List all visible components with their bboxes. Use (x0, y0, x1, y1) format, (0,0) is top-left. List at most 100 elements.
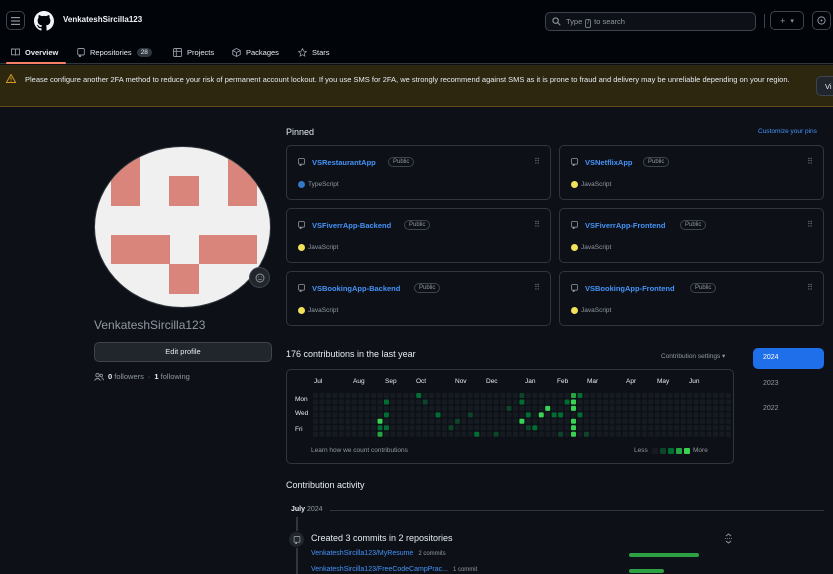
contribution-day[interactable] (667, 425, 673, 431)
pinned-repo-card[interactable]: VSBookingApp-Backend Public ⠿ JavaScript (286, 271, 551, 326)
contribution-day[interactable] (725, 418, 731, 424)
contribution-day[interactable] (454, 412, 460, 418)
contribution-day[interactable] (313, 412, 318, 418)
contribution-day[interactable] (674, 393, 680, 398)
contribution-day[interactable] (532, 393, 538, 398)
tab-stars[interactable]: Stars (298, 40, 330, 64)
contribution-day[interactable] (429, 418, 435, 424)
contribution-day[interactable] (338, 418, 344, 424)
contribution-day[interactable] (532, 425, 538, 431)
contribution-day[interactable] (390, 405, 396, 411)
contribution-day[interactable] (371, 399, 377, 405)
contribution-day[interactable] (558, 418, 564, 424)
contribution-day[interactable] (442, 431, 447, 437)
contribution-day[interactable] (583, 418, 589, 424)
contribution-day[interactable] (725, 399, 731, 405)
contribution-day[interactable] (545, 393, 551, 398)
contribution-day[interactable] (719, 425, 725, 431)
contribution-day[interactable] (609, 431, 615, 437)
contribution-day[interactable] (719, 399, 725, 405)
contribution-day[interactable] (345, 425, 351, 431)
contribution-day[interactable] (461, 412, 467, 418)
contribution-day[interactable] (603, 399, 609, 405)
contribution-day[interactable] (700, 425, 705, 431)
create-new-button[interactable]: + ▾ (770, 11, 804, 30)
contribution-day[interactable] (667, 399, 673, 405)
contribution-day[interactable] (506, 405, 512, 411)
contribution-day[interactable] (500, 393, 506, 398)
contribution-day[interactable] (558, 393, 564, 398)
contribution-day[interactable] (577, 399, 583, 405)
contribution-day[interactable] (558, 399, 564, 405)
contribution-day[interactable] (538, 425, 544, 431)
contribution-day[interactable] (693, 418, 699, 424)
drag-handle-icon[interactable]: ⠿ (534, 220, 540, 229)
contribution-day[interactable] (661, 405, 667, 411)
contribution-day[interactable] (332, 405, 338, 411)
contribution-day[interactable] (512, 399, 518, 405)
contribution-day[interactable] (532, 405, 538, 411)
contribution-day[interactable] (500, 418, 506, 424)
contribution-day[interactable] (525, 393, 531, 398)
contribution-day[interactable] (377, 425, 383, 431)
year-filter-2023[interactable]: 2023 (753, 374, 824, 395)
contribution-day[interactable] (648, 418, 654, 424)
contribution-day[interactable] (596, 425, 602, 431)
contribution-day[interactable] (680, 425, 686, 431)
contribution-day[interactable] (332, 431, 338, 437)
contribution-day[interactable] (416, 412, 422, 418)
contribution-day[interactable] (590, 431, 596, 437)
contribution-day[interactable] (403, 425, 409, 431)
contribution-day[interactable] (358, 399, 364, 405)
contribution-day[interactable] (616, 405, 622, 411)
contribution-day[interactable] (571, 412, 576, 418)
contribution-day[interactable] (538, 405, 544, 411)
contribution-day[interactable] (422, 425, 428, 431)
contribution-day[interactable] (667, 412, 673, 418)
pinned-repo-name[interactable]: VSFiverrApp-Backend (312, 221, 391, 230)
contribution-day[interactable] (525, 425, 531, 431)
contribution-day[interactable] (590, 425, 596, 431)
contribution-day[interactable] (648, 412, 654, 418)
contribution-day[interactable] (371, 412, 377, 418)
contribution-day[interactable] (313, 393, 318, 398)
contribution-day[interactable] (338, 431, 344, 437)
contribution-day[interactable] (448, 393, 454, 398)
contribution-day[interactable] (467, 393, 473, 398)
drag-handle-icon[interactable]: ⠿ (534, 283, 540, 292)
contribution-day[interactable] (629, 412, 635, 418)
contribution-day[interactable] (603, 425, 609, 431)
contribution-day[interactable] (609, 399, 615, 405)
contribution-day[interactable] (532, 412, 538, 418)
contribution-day[interactable] (422, 399, 428, 405)
issues-button[interactable] (812, 11, 831, 30)
contribution-day[interactable] (493, 412, 499, 418)
contribution-day[interactable] (700, 412, 705, 418)
contribution-day[interactable] (680, 405, 686, 411)
contribution-day[interactable] (332, 418, 338, 424)
contribution-day[interactable] (648, 431, 654, 437)
contribution-day[interactable] (538, 399, 544, 405)
contribution-day[interactable] (461, 399, 467, 405)
contribution-day[interactable] (332, 393, 338, 398)
contribution-day[interactable] (551, 405, 557, 411)
pinned-repo-name[interactable]: VSNetflixApp (585, 158, 633, 167)
contribution-day[interactable] (442, 412, 447, 418)
contribution-day[interactable] (648, 393, 654, 398)
contribution-day[interactable] (706, 412, 712, 418)
contribution-day[interactable] (635, 412, 641, 418)
contribution-day[interactable] (364, 431, 370, 437)
contribution-day[interactable] (725, 425, 731, 431)
contribution-day[interactable] (474, 425, 480, 431)
contribution-day[interactable] (377, 405, 383, 411)
contribution-day[interactable] (558, 431, 564, 437)
contribution-day[interactable] (396, 425, 402, 431)
contribution-day[interactable] (603, 431, 609, 437)
contribution-day[interactable] (371, 405, 377, 411)
contribution-day[interactable] (687, 399, 693, 405)
contribution-day[interactable] (383, 399, 389, 405)
contribution-day[interactable] (358, 405, 364, 411)
contribution-day[interactable] (467, 405, 473, 411)
contribution-day[interactable] (596, 405, 602, 411)
contribution-day[interactable] (512, 393, 518, 398)
